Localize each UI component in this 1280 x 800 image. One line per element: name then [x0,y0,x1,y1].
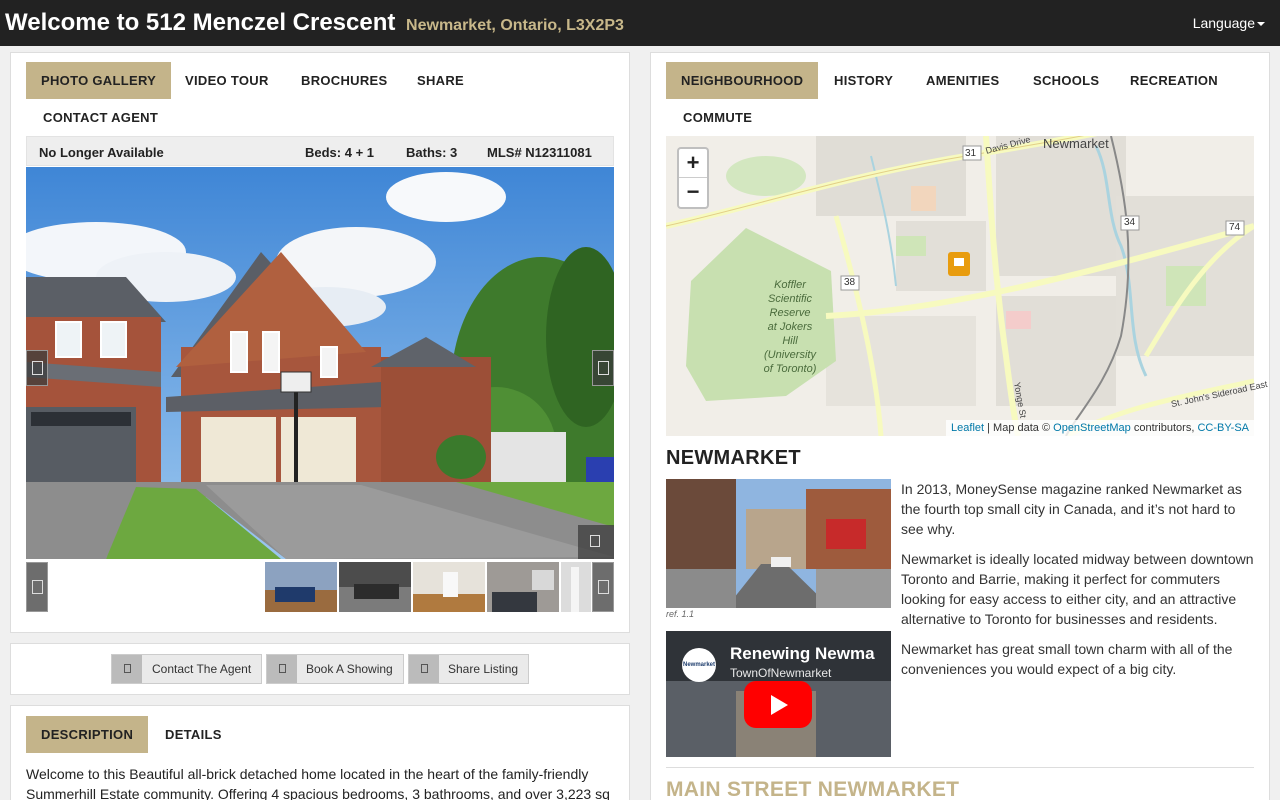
tab-neighbourhood[interactable]: NEIGHBOURHOOD [666,62,819,99]
map-attribution: Leaflet | Map data © OpenStreetMap contr… [946,420,1254,436]
language-label: Language [1192,15,1255,31]
top-bar: Welcome to 512 Menczel Crescent Newmarke… [0,0,1280,46]
tab-recreation[interactable]: RECREATION [1115,62,1233,99]
main-photo[interactable] [26,167,614,559]
tab-photo-gallery[interactable]: PHOTO GALLERY [26,62,172,99]
calendar-icon [267,655,297,683]
listing-info-bar: No Longer Available Beds: 4 + 1 Baths: 3… [26,136,614,166]
tab-contact-agent[interactable]: CONTACT AGENT [28,99,173,136]
divider [666,767,1254,768]
map-label-reserve: Koffler Scientific Reserve at Jokers Hil… [763,279,817,375]
map-route-shield: 31 [965,148,977,159]
caret-down-icon [1257,22,1265,27]
listing-beds: Beds: 4 + 1 [305,145,375,160]
page-title: Welcome to 512 Menczel Crescent Newmarke… [5,9,624,37]
listing-baths: Baths: 3 [406,145,458,160]
fullscreen-button[interactable] [578,525,614,559]
listing-mls: MLS# N12311081 [487,145,592,160]
tab-share[interactable]: SHARE [402,62,479,99]
book-showing-label: Book A Showing [306,662,393,676]
map-route-shield: 38 [844,277,856,288]
neighbourhood-paragraph: Newmarket has great small town charm wit… [901,641,1233,677]
leaflet-link[interactable]: Leaflet [951,422,984,434]
thumbnail[interactable] [561,562,591,612]
map-label-town: Newmarket [1043,136,1109,151]
thumbnail[interactable] [487,562,559,612]
thumbnail[interactable] [339,562,411,612]
thumbnails-next-button[interactable] [592,562,614,612]
book-showing-button[interactable]: Book A Showing [266,654,404,684]
zoom-out-button[interactable]: − [679,178,707,207]
map-zoom-control: + − [677,147,709,209]
play-icon[interactable] [744,681,812,728]
thumbnail[interactable] [413,562,485,612]
video-title: Renewing Newma [730,644,875,663]
osm-link[interactable]: OpenStreetMap [1053,422,1131,434]
license-link[interactable]: CC-BY-SA [1197,422,1249,434]
address-title: Welcome to 512 Menczel Crescent [5,9,396,36]
map-route-shield: 34 [1124,217,1136,228]
map-route-shield: 74 [1229,222,1241,233]
thumbnail-strip [26,562,614,612]
listing-description: Welcome to this Beautiful all-brick deta… [26,766,610,800]
share-icon [409,655,439,683]
tab-amenities[interactable]: AMENITIES [911,62,1014,99]
channel-logo: Newmarket [682,648,716,682]
tab-history[interactable]: HISTORY [819,62,908,99]
tab-schools[interactable]: SCHOOLS [1018,62,1114,99]
neighbourhood-paragraph: Newmarket is ideally located midway betw… [901,551,1254,627]
photo-prev-button[interactable] [26,350,48,386]
tab-details[interactable]: DETAILS [150,716,237,753]
neighbourhood-paragraph: In 2013, MoneySense magazine ranked Newm… [901,481,1242,537]
tab-description[interactable]: DESCRIPTION [26,716,149,753]
share-listing-label: Share Listing [448,662,519,676]
video-channel: TownOfNewmarket [730,666,832,680]
main-street-photo [666,479,891,608]
share-listing-button[interactable]: Share Listing [408,654,529,684]
tab-video-tour[interactable]: VIDEO TOUR [170,62,284,99]
section-heading-main-street: MAIN STREET NEWMARKET [666,778,960,800]
user-icon [112,655,142,683]
house-photo [26,167,614,559]
neighbourhood-heading: NEWMARKET [666,447,801,469]
contact-agent-label: Contact The Agent [152,662,252,676]
thumbnails-prev-button[interactable] [26,562,48,612]
language-dropdown[interactable]: Language [1193,15,1265,31]
video-embed[interactable]: Newmarket Renewing Newma TownOfNewmarket [666,631,891,757]
address-subtitle: Newmarket, Ontario, L3X2P3 [406,17,624,34]
tab-brochures[interactable]: BROCHURES [286,62,402,99]
image-caption: ref. 1.1 [666,609,695,619]
listing-status: No Longer Available [39,145,164,160]
zoom-in-button[interactable]: + [679,149,707,178]
tab-commute[interactable]: COMMUTE [668,99,767,136]
contact-agent-button[interactable]: Contact The Agent [111,654,262,684]
photo-next-button[interactable] [592,350,614,386]
thumbnail[interactable] [265,562,337,612]
